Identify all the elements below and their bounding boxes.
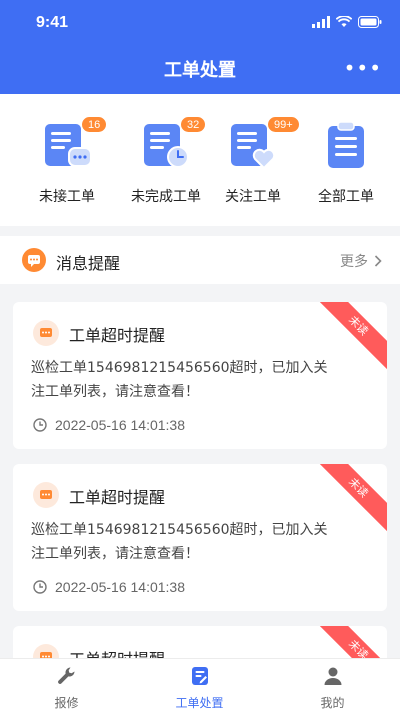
tab-repair[interactable]: 报修 [0,665,133,711]
notification-title: 工单超时提醒 [69,326,166,345]
wifi-icon [336,16,352,27]
more-dots-icon[interactable]: ••• [344,58,382,78]
tab-label: 我的 [320,696,345,710]
category-label: 关注工单 [225,189,281,205]
notification-title: 工单超时提醒 [69,488,166,507]
message-bubble-icon [22,248,46,272]
badge-followed: 99+ [267,116,300,133]
category-label: 未接工单 [39,189,95,205]
message-bubble-icon [33,482,59,508]
chevron-right-icon [374,255,382,267]
notification-body: 巡检工单1546981215456560超时，已加入关注工单列表，请注意查看！ [31,360,328,400]
tab-label: 工单处置 [175,696,224,710]
tab-label: 报修 [54,696,79,710]
notification-timestamp: 2022-05-16 14:01:38 [55,579,185,595]
category-label: 未完成工单 [131,189,201,205]
clock-icon [33,580,47,594]
clock-icon [33,418,47,432]
messages-header: 消息提醒 更多 [0,236,400,284]
signal-icon [312,16,330,28]
notification-body: 巡检工单1546981215456560超时，已加入关注工单列表，请注意查看！ [31,522,328,562]
edit-document-icon [191,667,208,685]
notification-card[interactable]: 工单超时提醒 巡检工单1546981215456560超时，已加入关注工单列表，… [13,464,387,611]
tab-workorder[interactable]: 工单处置 [133,665,266,711]
notification-timestamp: 2022-05-16 14:01:38 [55,417,185,433]
more-label: 更多 [340,254,368,270]
page-title: 工单处置 [164,60,236,81]
wrench-icon [57,667,75,684]
messages-title: 消息提醒 [56,254,121,273]
category-unfinished[interactable]: 32 未完成工单 [116,116,216,206]
person-icon [324,667,341,685]
category-label: 全部工单 [318,189,374,205]
more-messages-link[interactable]: 更多 [340,251,382,271]
notification-time: 2022-05-16 14:01:38 [33,579,185,595]
bottom-tab-bar: 报修 工单处置 我的 [0,658,400,711]
status-bar: 9:41 [0,0,400,48]
status-time: 9:41 [36,14,69,31]
app-header: 9:41 工单处置 ••• [0,0,400,94]
category-panel: 16 未接工单 32 未完成工单 99+ 关注工单 全部工单 [0,94,400,226]
clipboard-list-icon [328,121,364,168]
notification-time: 2022-05-16 14:01:38 [33,417,185,433]
status-icons [312,16,382,28]
badge-unaccepted: 16 [81,116,108,133]
category-unaccepted[interactable]: 16 未接工单 [17,116,117,206]
battery-icon [358,16,382,28]
tab-profile[interactable]: 我的 [266,665,399,711]
notification-card[interactable]: 工单超时提醒 巡检工单1546981215456560超时，已加入关注工单列表，… [13,302,387,449]
category-all[interactable]: 全部工单 [296,118,396,206]
message-bubble-icon [33,320,59,346]
category-followed[interactable]: 99+ 关注工单 [203,116,303,206]
